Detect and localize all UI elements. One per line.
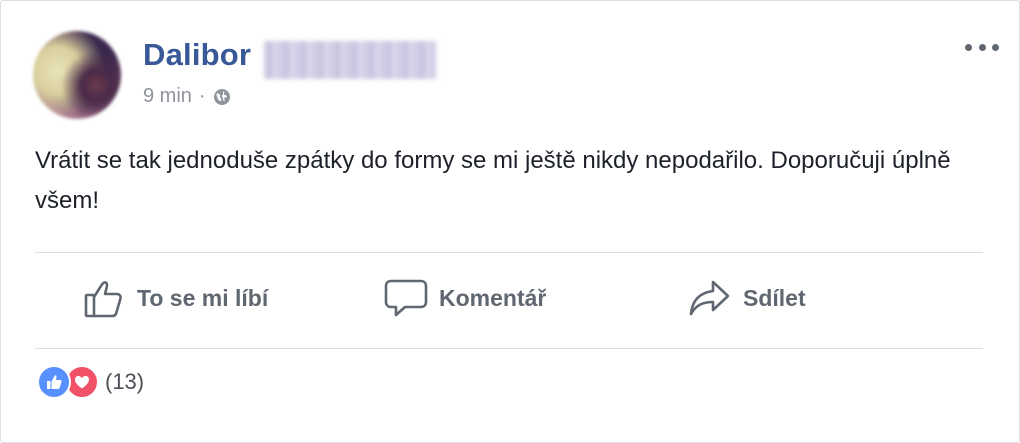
globe-icon[interactable] (213, 88, 231, 106)
more-dot (978, 43, 986, 51)
author-name[interactable]: Dalibor (143, 37, 251, 73)
thumbs-up-icon (84, 281, 122, 318)
divider-top (35, 252, 983, 253)
post-meta: 9 min · (143, 85, 231, 108)
comment-icon (384, 279, 428, 317)
share-label: Sdílet (743, 284, 806, 311)
reactions-summary[interactable]: (13) (37, 365, 144, 399)
more-options-icon[interactable] (965, 39, 999, 55)
more-dot (965, 43, 972, 51)
comment-button[interactable]: Komentář (383, 273, 546, 323)
post-card: Dalibor 9 min · Vrátit se tak jednoduše … (0, 0, 1020, 443)
like-button[interactable]: To se mi líbí (83, 273, 268, 323)
post-text: Vrátit se tak jednoduše zpátky do formy … (35, 147, 951, 214)
post-time[interactable]: 9 min (143, 85, 192, 108)
like-icon (37, 365, 71, 399)
comment-label: Komentář (439, 284, 547, 311)
share-button[interactable]: Sdílet (687, 273, 806, 323)
like-label: To se mi líbí (137, 284, 269, 311)
reaction-count[interactable]: (13) (105, 369, 144, 395)
redacted-surname (264, 41, 436, 79)
avatar[interactable] (33, 31, 121, 119)
meta-separator: · (198, 85, 206, 107)
more-dot (992, 43, 999, 51)
divider-bottom (35, 348, 983, 349)
share-icon (689, 280, 730, 316)
